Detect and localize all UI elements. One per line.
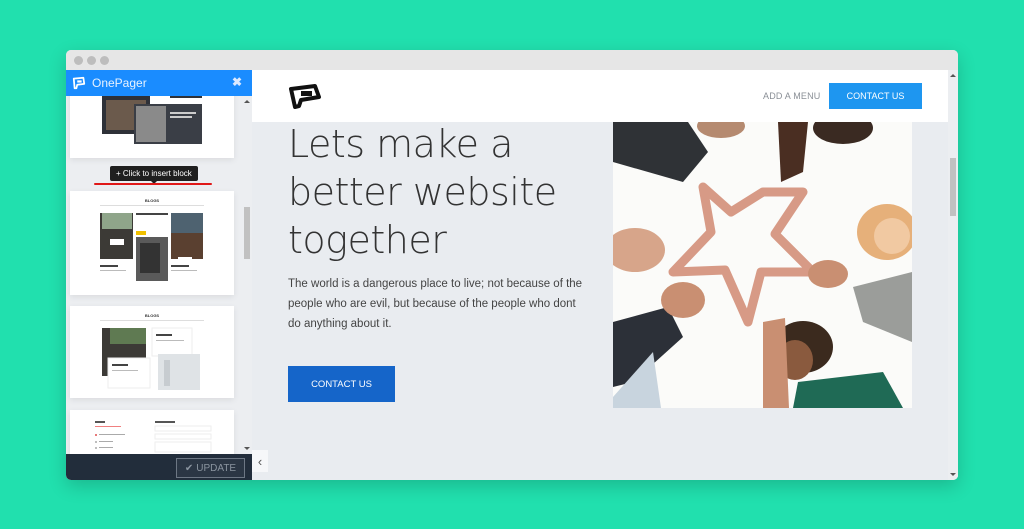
page-preview: ADD A MENU CONTACT US Lets make a better… (252, 70, 958, 480)
block-thumbnail-three-column[interactable]: BLOGS (70, 191, 234, 295)
hero-contact-button[interactable]: CONTACT US (288, 366, 395, 402)
scroll-down-arrow-icon[interactable] (244, 447, 250, 450)
collapse-sidebar-button[interactable]: ‹ (252, 450, 268, 472)
thumbnail-divider (100, 205, 204, 206)
scroll-up-arrow-icon[interactable] (950, 74, 956, 77)
block-list: + Click to insert block BLOGS BLOGS (66, 96, 242, 454)
site-header: ADD A MENU CONTACT US (252, 70, 948, 122)
insert-block-tooltip: + Click to insert block (110, 166, 198, 184)
chevron-left-icon: ‹ (257, 453, 263, 469)
hands-star-photo (613, 122, 912, 408)
sidebar-title: OnePager (92, 76, 147, 90)
preview-scrollbar[interactable] (948, 70, 958, 480)
sidebar-footer: ✔ UPDATE (66, 454, 252, 480)
sidebar-scrollbar[interactable] (242, 96, 252, 454)
hero-text: The world is a dangerous place to live; … (288, 278, 583, 330)
thumbnail-heading: BLOGS (144, 313, 160, 318)
nav-contact-button[interactable]: CONTACT US (829, 83, 922, 109)
block-preview-image (102, 96, 202, 144)
browser-window: OnePager ✖ + Click to insert block BLOGS… (66, 50, 958, 480)
hero-image (613, 122, 912, 408)
checkmark-icon: ✔ (184, 462, 194, 474)
window-maximize-dot[interactable] (100, 56, 109, 65)
onepager-sidebar: OnePager ✖ + Click to insert block BLOGS… (66, 70, 252, 480)
block-thumbnail-contact-form[interactable] (70, 410, 234, 454)
block-thumbnail-two-column[interactable]: BLOGS (70, 306, 234, 398)
window-titlebar (66, 50, 958, 70)
site-logo-icon[interactable] (288, 83, 322, 109)
close-icon[interactable]: ✖ (232, 75, 242, 89)
window-close-dot[interactable] (74, 56, 83, 65)
hero-title: Lets make a better website together (288, 122, 557, 262)
insert-position-indicator (94, 183, 212, 185)
preview-scroll-thumb[interactable] (950, 158, 956, 216)
block-preview-image (100, 213, 203, 281)
onepager-logo-icon (72, 76, 86, 90)
sidebar-scroll-thumb[interactable] (244, 207, 250, 259)
add-menu-link[interactable]: ADD A MENU (763, 91, 821, 101)
sidebar-header: OnePager ✖ (66, 70, 252, 96)
update-label: UPDATE (196, 462, 237, 474)
update-button[interactable]: ✔ UPDATE (176, 458, 245, 478)
scroll-up-arrow-icon[interactable] (244, 100, 250, 103)
scroll-down-arrow-icon[interactable] (950, 473, 956, 476)
block-preview-image (95, 421, 212, 453)
window-minimize-dot[interactable] (87, 56, 96, 65)
thumbnail-heading: BLOGS (144, 198, 160, 203)
thumbnail-divider (100, 320, 204, 321)
block-thumbnail-dark-cards[interactable] (70, 96, 234, 158)
